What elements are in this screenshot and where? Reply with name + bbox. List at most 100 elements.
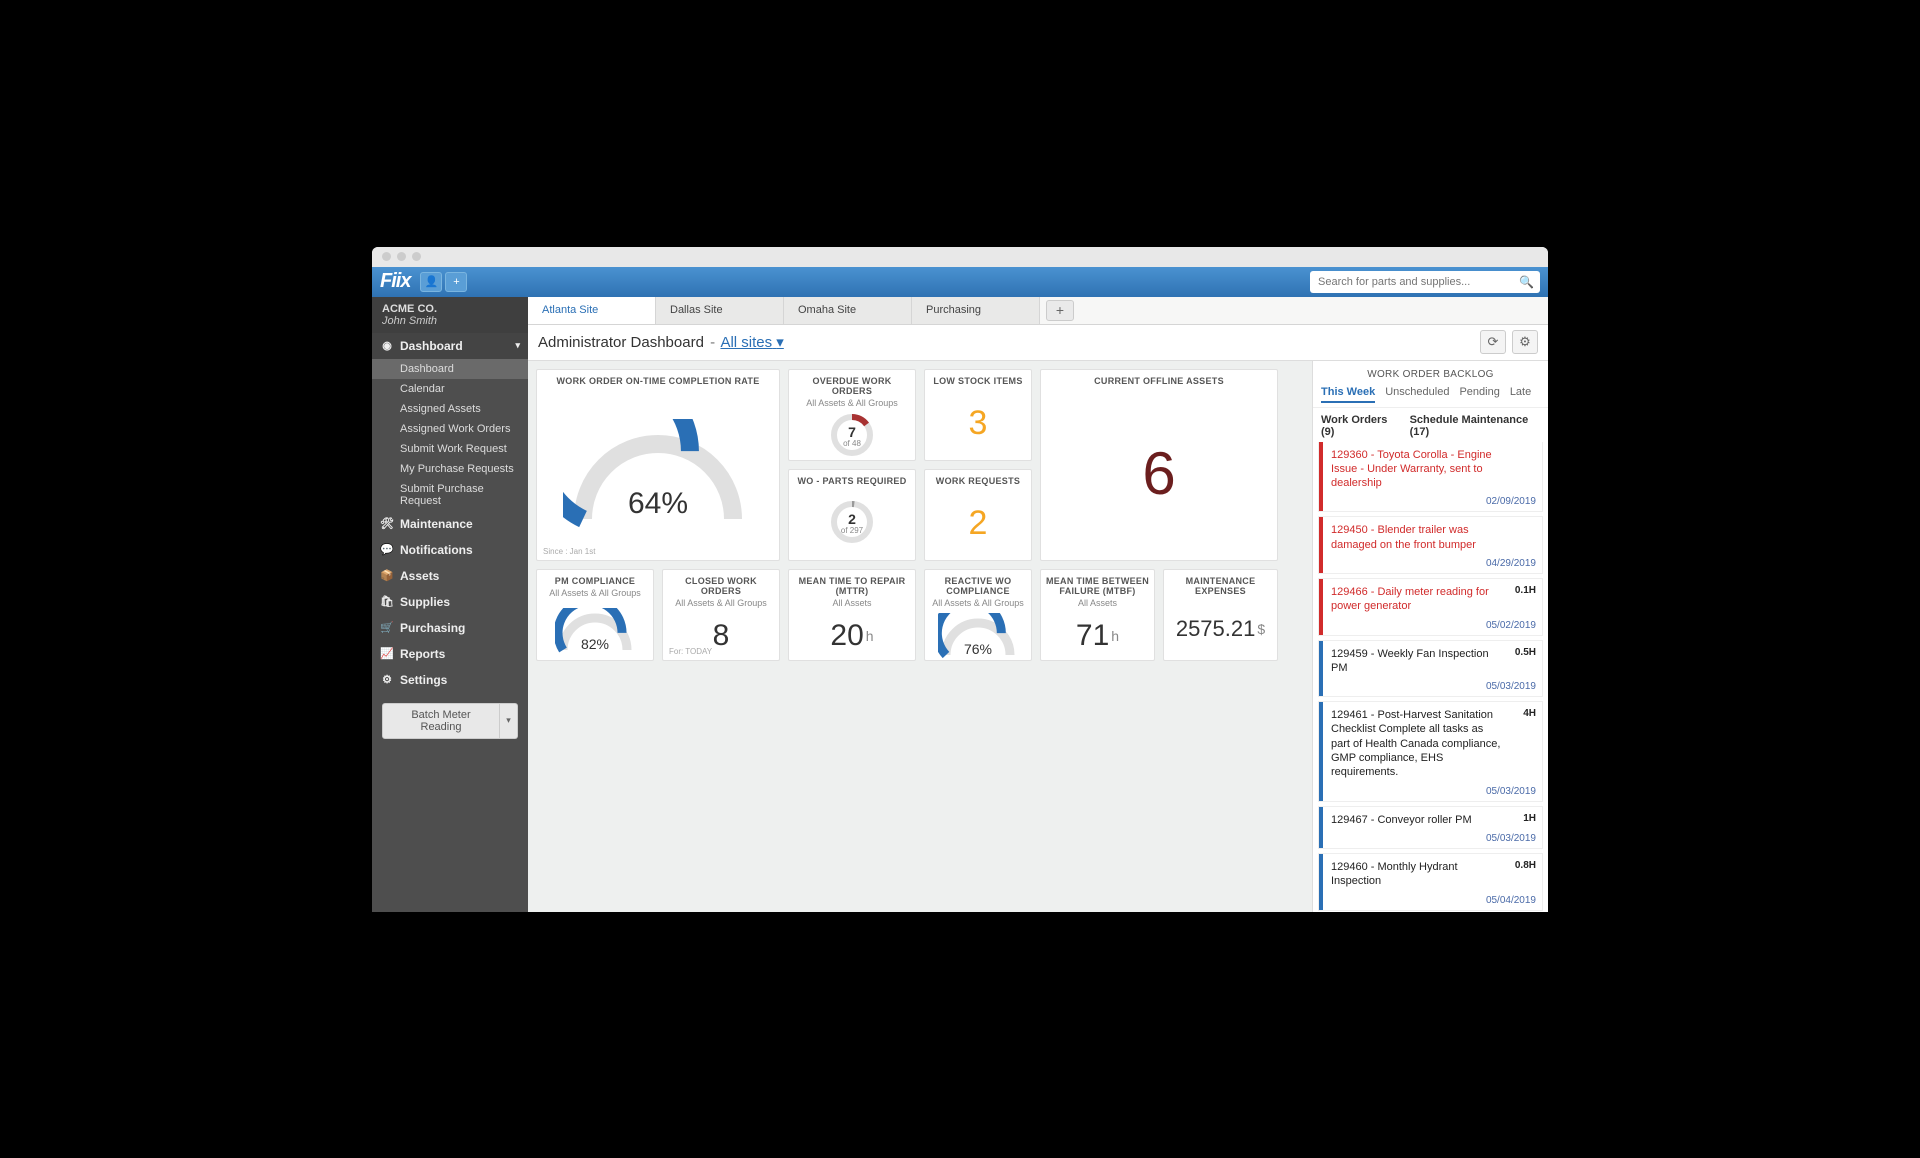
nav-dashboard[interactable]: ◉ Dashboard ▾ (372, 333, 528, 359)
chart-icon: 📈 (380, 647, 394, 661)
widget-sub: All Assets & All Groups (932, 598, 1024, 612)
widget-mtbf[interactable]: MEAN TIME BETWEEN FAILURE (MTBF) All Ass… (1040, 569, 1155, 661)
card-title: 129360 - Toyota Corolla - Engine Issue -… (1331, 448, 1536, 491)
tab-atlanta-site[interactable]: Atlanta Site (528, 297, 656, 324)
widget-expenses[interactable]: MAINTENANCE EXPENSES 2575.21$ (1163, 569, 1278, 661)
nav-sub-item[interactable]: Calendar (372, 379, 528, 399)
nav-settings[interactable]: ⚙Settings (372, 667, 528, 693)
refresh-button[interactable]: ⟳ (1480, 330, 1506, 354)
nav-notifications[interactable]: 💬Notifications (372, 537, 528, 563)
card-title: 129467 - Conveyor roller PM (1331, 813, 1536, 827)
title-sep: - (710, 334, 715, 351)
backlog-tab[interactable]: This Week (1321, 386, 1375, 403)
nav-sub-item[interactable]: Submit Work Request (372, 439, 528, 459)
widget-pm[interactable]: PM COMPLIANCE All Assets & All Groups 82… (536, 569, 654, 661)
backlog-tab[interactable]: Pending (1459, 386, 1499, 403)
add-button[interactable]: + (445, 272, 467, 292)
caret-icon: ▾ (776, 334, 784, 351)
widget-title: WO - PARTS REQUIRED (793, 470, 910, 488)
backlog-card[interactable]: 129466 - Daily meter reading for power g… (1319, 579, 1542, 635)
window-max-dot[interactable] (412, 252, 421, 261)
nav-maintenance[interactable]: 🛠Maintenance (372, 511, 528, 537)
search-input[interactable] (1310, 271, 1540, 293)
widget-reactive[interactable]: REACTIVE WO COMPLIANCE All Assets & All … (924, 569, 1032, 661)
widget-woparts[interactable]: WO - PARTS REQUIRED 2of 297 (788, 469, 916, 561)
tab-dallas-site[interactable]: Dallas Site (656, 297, 784, 324)
widget-mttr[interactable]: MEAN TIME TO REPAIR (MTTR) All Assets 20… (788, 569, 916, 661)
nav-sub-item[interactable]: Assigned Work Orders (372, 419, 528, 439)
nav-supplies[interactable]: 🛍Supplies (372, 589, 528, 615)
card-hours: 1H (1523, 813, 1536, 824)
widget-title: CLOSED WORK ORDERS (663, 570, 779, 598)
widget-offline[interactable]: CURRENT OFFLINE ASSETS 6 (1040, 369, 1278, 561)
batch-meter-caret[interactable]: ▾ (500, 703, 518, 739)
backlog-card[interactable]: 129360 - Toyota Corolla - Engine Issue -… (1319, 442, 1542, 512)
window-close-dot[interactable] (382, 252, 391, 261)
backlog-tab[interactable]: Late (1510, 386, 1531, 403)
donut-overdue: 7of 48 (829, 412, 875, 461)
widget-value: 20 (830, 619, 863, 653)
nav-reports[interactable]: 📈Reports (372, 641, 528, 667)
card-date: 05/02/2019 (1331, 620, 1536, 631)
gear-icon: ⚙ (1519, 334, 1531, 350)
widget-value: 2 (969, 504, 988, 543)
backlog-wo-count[interactable]: Work Orders (9) (1321, 414, 1398, 438)
nav-sub-item[interactable]: Dashboard (372, 359, 528, 379)
widget-sub: All Assets & All Groups (806, 398, 898, 412)
card-hours: 4H (1523, 708, 1536, 719)
backlog-card[interactable]: 129461 - Post-Harvest Sanitation Checkli… (1319, 702, 1542, 800)
backlog-card[interactable]: 129467 - Conveyor roller PM1H05/03/2019 (1319, 807, 1542, 848)
tab-omaha-site[interactable]: Omaha Site (784, 297, 912, 324)
card-title: 129461 - Post-Harvest Sanitation Checkli… (1331, 708, 1536, 779)
nav-sub-item[interactable]: My Purchase Requests (372, 459, 528, 479)
widget-title: WORK ORDER ON-TIME COMPLETION RATE (552, 370, 763, 388)
nav-label: Settings (400, 673, 447, 687)
batch-meter-button[interactable]: Batch Meter Reading (382, 703, 500, 739)
card-hours: 0.8H (1515, 860, 1536, 871)
nav-sub-item[interactable]: Assigned Assets (372, 399, 528, 419)
backlog-card[interactable]: 129460 - Monthly Hydrant Inspection0.8H0… (1319, 854, 1542, 910)
widget-unit: $ (1257, 621, 1265, 637)
plus-icon: + (453, 276, 459, 288)
site-dropdown[interactable]: All sites ▾ (720, 334, 783, 351)
settings-button[interactable]: ⚙ (1512, 330, 1538, 354)
card-hours: 0.5H (1515, 647, 1536, 658)
cart-icon: 🛍 (380, 595, 394, 609)
backlog-sched-count[interactable]: Schedule Maintenance (17) (1410, 414, 1540, 438)
card-hours: 0.1H (1515, 585, 1536, 596)
widget-value: 6 (1142, 439, 1175, 508)
backlog-tab[interactable]: Unscheduled (1385, 386, 1449, 403)
nav-sub-item[interactable]: Submit Purchase Request (372, 479, 528, 511)
chevron-down-icon: ▾ (515, 340, 520, 351)
gauge-ontime: 64% (563, 419, 753, 529)
company-block: ACME CO. John Smith (372, 297, 528, 333)
company-name: ACME CO. (382, 303, 518, 315)
nav-purchasing[interactable]: 🛒Purchasing (372, 615, 528, 641)
logo: Fiix (380, 270, 410, 293)
backlog-panel: WORK ORDER BACKLOG This WeekUnscheduledP… (1312, 361, 1548, 912)
widget-title: MEAN TIME TO REPAIR (MTTR) (789, 570, 915, 598)
chat-icon: 💬 (380, 543, 394, 557)
widget-closed[interactable]: CLOSED WORK ORDERS All Assets & All Grou… (662, 569, 780, 661)
widget-title: PM COMPLIANCE (551, 570, 639, 588)
nav-label: Assets (400, 569, 439, 583)
page-title: Administrator Dashboard (538, 334, 704, 351)
add-tab-button[interactable]: + (1046, 300, 1074, 321)
user-menu-button[interactable]: 👤 (420, 272, 442, 292)
widget-overdue[interactable]: OVERDUE WORK ORDERS All Assets & All Gro… (788, 369, 916, 461)
widget-value: 2575.21 (1176, 616, 1256, 642)
window-min-dot[interactable] (397, 252, 406, 261)
widget-unit: h (866, 628, 874, 644)
widget-lowstock[interactable]: LOW STOCK ITEMS 3 (924, 369, 1032, 461)
widget-title: OVERDUE WORK ORDERS (789, 370, 915, 398)
widget-value: 8 (713, 619, 730, 653)
widget-ontime[interactable]: WORK ORDER ON-TIME COMPLETION RATE 64% S… (536, 369, 780, 561)
widget-requests[interactable]: WORK REQUESTS 2 (924, 469, 1032, 561)
backlog-card[interactable]: 129459 - Weekly Fan Inspection PM0.5H05/… (1319, 641, 1542, 697)
gauge-value: 76% (938, 641, 1018, 657)
widget-value: 71 (1076, 619, 1109, 653)
nav-assets[interactable]: 📦Assets (372, 563, 528, 589)
widget-unit: h (1111, 628, 1119, 644)
tab-purchasing[interactable]: Purchasing (912, 297, 1040, 324)
backlog-card[interactable]: 129450 - Blender trailer was damaged on … (1319, 517, 1542, 573)
